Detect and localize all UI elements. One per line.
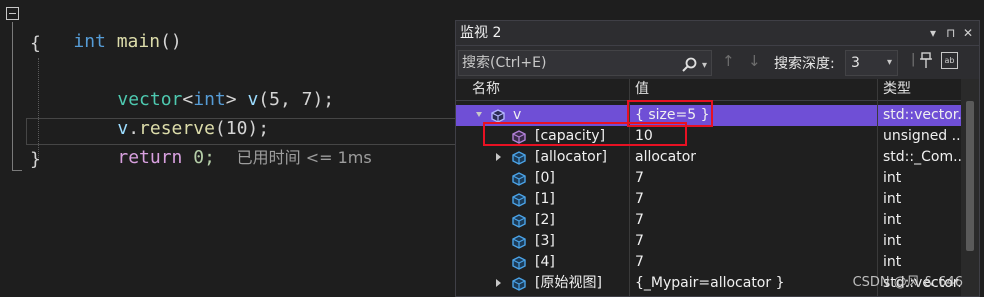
watch-row[interactable]: [4] 7 int	[456, 252, 961, 273]
watch-row[interactable]: [3] 7 int	[456, 231, 961, 252]
row-type: int	[883, 170, 902, 186]
watch-titlebar[interactable]: 监视 2 ▾ ⊓ ✕	[456, 21, 979, 45]
search-depth-select[interactable]: 3 ▾	[845, 50, 898, 76]
object-icon	[512, 256, 526, 270]
row-value[interactable]: allocator	[631, 147, 876, 168]
toolbar-separator: |	[911, 52, 916, 67]
row-value[interactable]: 7	[631, 210, 876, 231]
collapse-arrow-icon[interactable]	[476, 112, 482, 117]
watch-toolbar: 搜索(Ctrl+E) ▾ ↑ ↓ 搜索深度: 3 ▾ | ab	[456, 45, 979, 80]
search-next-icon[interactable]: ↓	[748, 52, 761, 70]
search-options-icon[interactable]: ▾	[702, 54, 707, 78]
function-name: main	[116, 31, 161, 52]
column-divider[interactable]	[877, 79, 878, 296]
row-type: int	[883, 254, 902, 270]
row-name: [0]	[535, 170, 555, 186]
vertical-scrollbar[interactable]	[961, 79, 979, 296]
fold-guide	[12, 22, 13, 171]
row-type: int	[883, 191, 902, 207]
expand-arrow-icon[interactable]	[496, 279, 501, 287]
column-header-name[interactable]: 名称	[468, 79, 628, 100]
object-icon	[512, 214, 526, 228]
expand-arrow-icon[interactable]	[496, 153, 501, 161]
watch-title: 监视 2	[460, 25, 502, 41]
search-previous-icon[interactable]: ↑	[722, 52, 735, 70]
object-icon	[512, 151, 526, 165]
search-depth-label: 搜索深度:	[774, 56, 835, 72]
object-icon	[512, 193, 526, 207]
elapsed-time-hint: 已用时间 <= 1ms	[236, 148, 372, 167]
row-value[interactable]: 7	[631, 231, 876, 252]
row-name: [原始视图]	[535, 275, 602, 291]
hex-display-icon[interactable]: ab	[941, 52, 958, 69]
watch-row[interactable]: [2] 7 int	[456, 210, 961, 231]
object-icon	[491, 109, 505, 123]
row-type: unsigned ...	[883, 128, 961, 144]
row-name: [1]	[535, 191, 555, 207]
code-line-6[interactable]: }	[30, 147, 41, 173]
window-menu-icon[interactable]: ▾	[930, 21, 936, 45]
pin-icon[interactable]: ⊓	[946, 21, 955, 45]
row-type: int	[883, 233, 902, 249]
row-type: int	[883, 212, 902, 228]
fold-guide-end	[12, 170, 22, 171]
object-icon	[512, 172, 526, 186]
object-icon	[512, 277, 526, 291]
watermark: CSDN @风 & 646	[852, 275, 963, 290]
object-icon	[512, 235, 526, 249]
row-type: std::_Com...	[883, 149, 961, 165]
watch-row[interactable]: [0] 7 int	[456, 168, 961, 189]
collapse-icon[interactable]	[6, 7, 19, 20]
watch-window: 监视 2 ▾ ⊓ ✕ 搜索(Ctrl+E) ▾ ↑ ↓ 搜索深度: 3 ▾ | …	[455, 20, 980, 297]
watch-row[interactable]: [1] 7 int	[456, 189, 961, 210]
row-name: [allocator]	[535, 149, 607, 165]
search-icon[interactable]	[681, 57, 697, 73]
watch-grid: 名称 值 类型 v { size=5 } std::vector...	[456, 79, 979, 296]
pin-value-icon[interactable]	[918, 52, 934, 70]
code-line-5[interactable]: return 0; 已用时间 <= 1ms	[74, 119, 371, 168]
chevron-down-icon: ▾	[886, 57, 892, 68]
row-value[interactable]: 7	[631, 168, 876, 189]
code-line-2[interactable]: {	[30, 31, 41, 57]
search-input[interactable]: 搜索(Ctrl+E) ▾	[458, 50, 712, 76]
code-line-4[interactable]: v.reserve(10);	[74, 90, 269, 139]
keyword: int	[73, 31, 106, 52]
close-icon[interactable]: ✕	[963, 21, 973, 45]
row-value[interactable]: 7	[631, 189, 876, 210]
scrollbar-thumb[interactable]	[966, 101, 974, 251]
row-name: [3]	[535, 233, 555, 249]
row-name: [4]	[535, 254, 555, 270]
watch-row[interactable]: [allocator] allocator std::_Com...	[456, 147, 961, 168]
grid-header: 名称 值 类型	[456, 79, 979, 101]
highlight-capacity-box	[483, 122, 687, 146]
row-name: [2]	[535, 212, 555, 228]
code-line-3[interactable]: vector<int> v(5, 7);	[74, 61, 334, 110]
row-value[interactable]: 7	[631, 252, 876, 273]
search-placeholder: 搜索(Ctrl+E)	[462, 55, 547, 71]
row-value[interactable]: {_Mypair=allocator }	[631, 273, 876, 294]
code-line-1[interactable]: int main()	[30, 3, 181, 52]
column-header-value[interactable]: 值	[631, 79, 876, 100]
row-type: std::vector...	[883, 107, 961, 123]
column-header-type[interactable]: 类型	[879, 79, 961, 100]
